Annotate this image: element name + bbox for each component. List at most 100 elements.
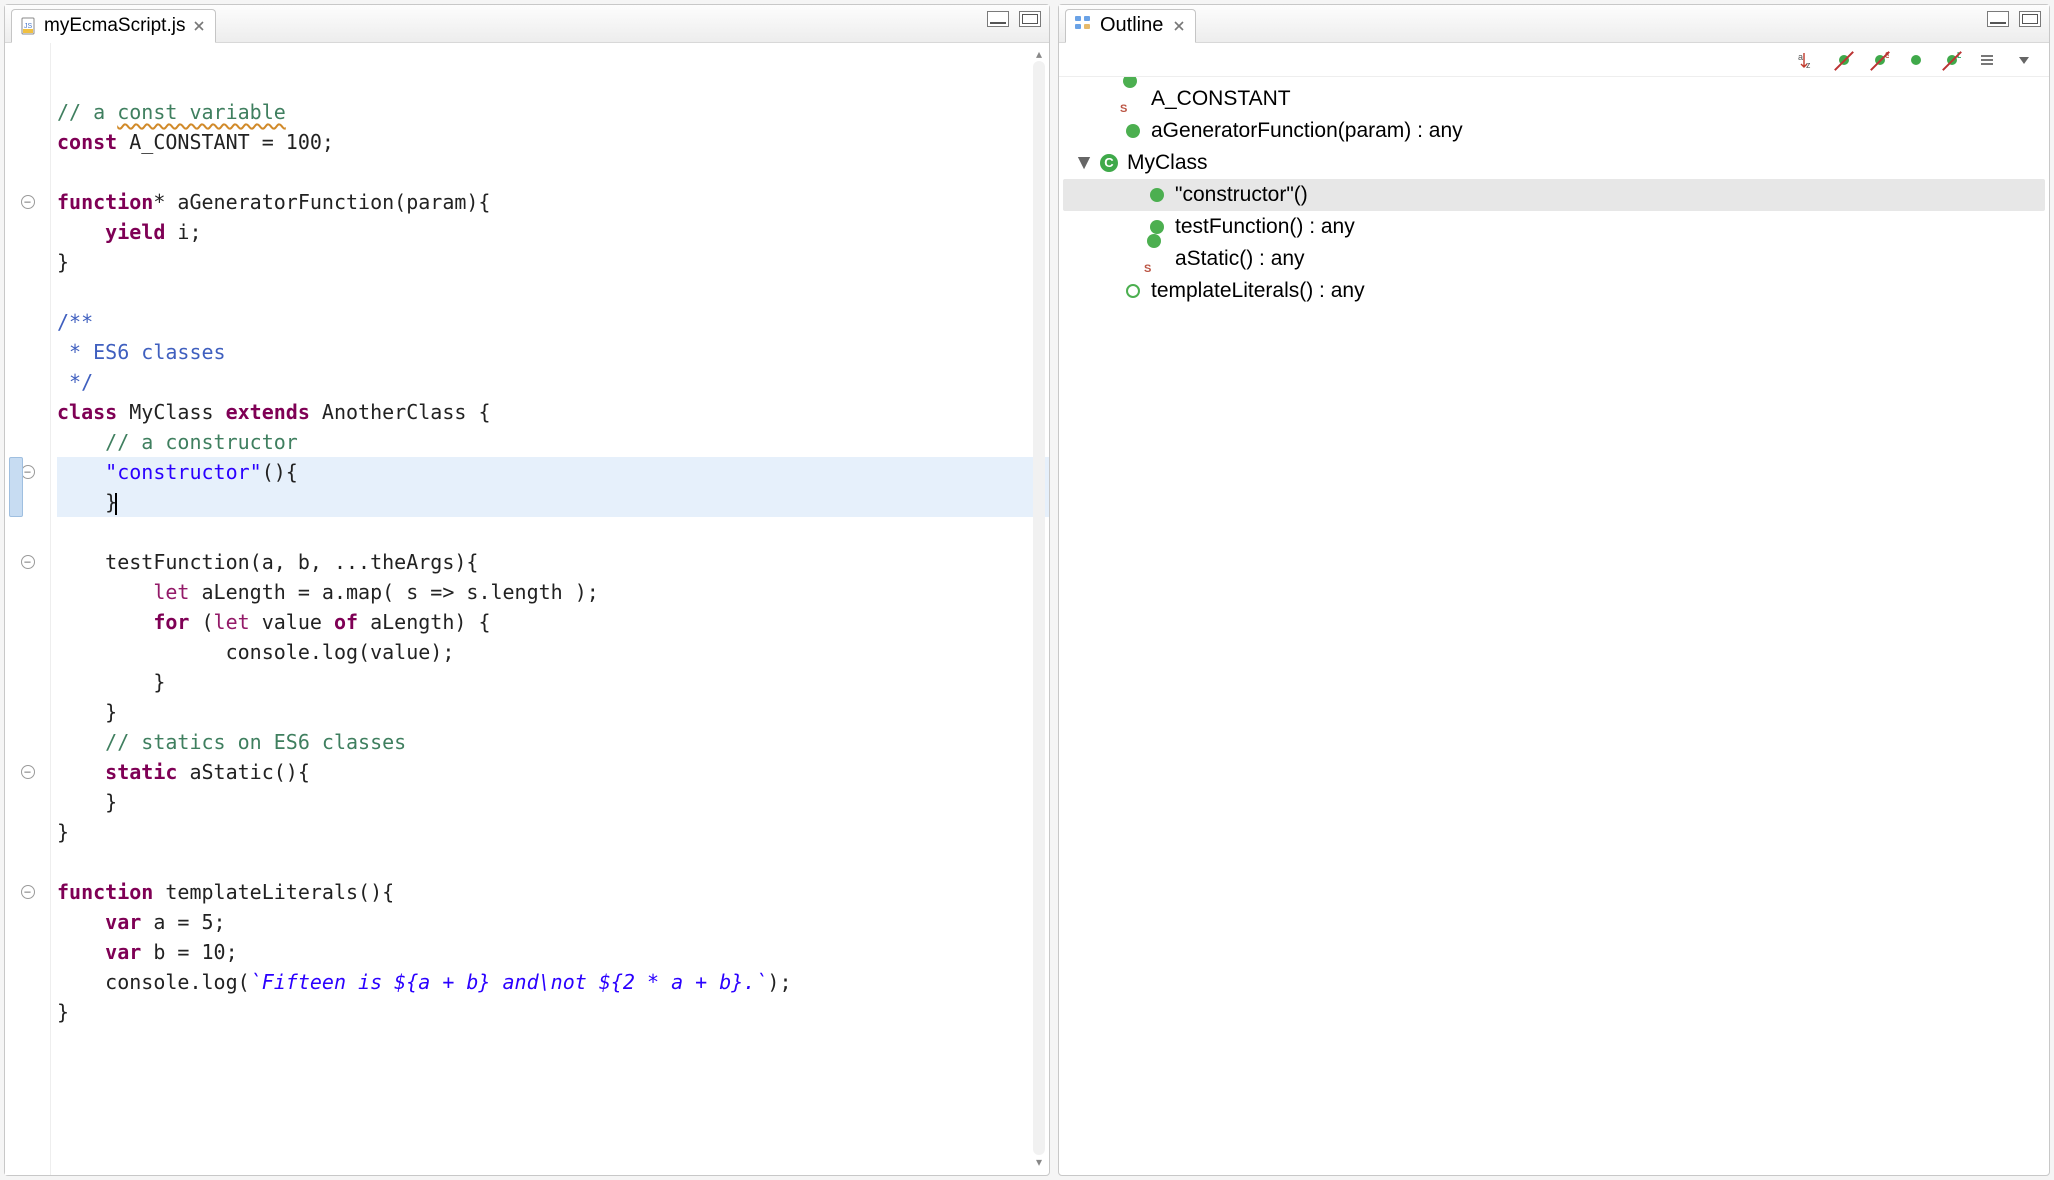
gutter-cell[interactable] (5, 427, 50, 457)
code-line[interactable]: } (57, 697, 1049, 727)
gutter-cell[interactable] (5, 157, 50, 187)
outline-node[interactable]: testFunction() : any (1063, 211, 2045, 243)
gutter-cell[interactable] (5, 667, 50, 697)
outline-minimize-button[interactable] (1987, 11, 2009, 27)
code-token: aLength = a.map( s => s.length ); (189, 580, 598, 604)
code-token: extends (226, 400, 310, 424)
code-line[interactable]: "constructor"(){ (57, 457, 1049, 487)
gutter-cell[interactable] (5, 517, 50, 547)
scroll-up-icon[interactable]: ▴ (1032, 47, 1046, 61)
editor-tab[interactable]: JS myEcmaScript.js (11, 9, 216, 43)
code-line[interactable]: const A_CONSTANT = 100; (57, 127, 1049, 157)
code-line[interactable] (57, 847, 1049, 877)
editor-gutter[interactable]: −−−−− (5, 43, 51, 1175)
outline-node[interactable]: SA_CONSTANT (1063, 83, 2045, 115)
gutter-cell[interactable] (5, 907, 50, 937)
code-line[interactable]: /** (57, 307, 1049, 337)
gutter-cell[interactable] (5, 847, 50, 877)
code-line[interactable]: for (let value of aLength) { (57, 607, 1049, 637)
gutter-cell[interactable] (5, 697, 50, 727)
scroll-down-icon[interactable]: ▾ (1032, 1155, 1046, 1169)
gutter-cell[interactable] (5, 727, 50, 757)
code-area[interactable]: // a const variableconst A_CONSTANT = 10… (51, 43, 1049, 1175)
minimize-button[interactable] (987, 11, 1009, 27)
sort-button[interactable]: az (1797, 49, 1819, 71)
svg-text:a: a (1798, 52, 1803, 62)
gutter-cell[interactable] (5, 607, 50, 637)
gutter-cell[interactable] (5, 217, 50, 247)
gutter-cell[interactable] (5, 277, 50, 307)
fold-icon[interactable]: − (21, 555, 35, 569)
fold-icon[interactable]: − (21, 195, 35, 209)
view-menu-button[interactable] (2013, 49, 2035, 71)
code-line[interactable]: testFunction(a, b, ...theArgs){ (57, 547, 1049, 577)
hide-static-button[interactable]: S (1869, 49, 1891, 71)
code-line[interactable]: // a constructor (57, 427, 1049, 457)
outline-tab[interactable]: Outline (1065, 9, 1196, 43)
gutter-cell[interactable] (5, 577, 50, 607)
outline-node[interactable]: aGeneratorFunction(param) : any (1063, 115, 2045, 147)
gutter-cell[interactable] (5, 997, 50, 1027)
code-line[interactable] (57, 277, 1049, 307)
editor-vertical-scrollbar[interactable]: ▴ ▾ (1031, 47, 1047, 1169)
code-line[interactable] (57, 157, 1049, 187)
outline-node[interactable]: ▼CMyClass (1063, 147, 2045, 179)
filter-public-button[interactable] (1905, 49, 1927, 71)
code-line[interactable]: console.log(value); (57, 637, 1049, 667)
outline-node[interactable]: SaStatic() : any (1063, 243, 2045, 275)
gutter-cell[interactable] (5, 247, 50, 277)
outline-node[interactable]: "constructor"() (1063, 179, 2045, 211)
code-line[interactable]: function templateLiterals(){ (57, 877, 1049, 907)
code-line[interactable]: } (57, 997, 1049, 1027)
outline-maximize-button[interactable] (2019, 11, 2041, 27)
hide-local-button[interactable]: L (1941, 49, 1963, 71)
hide-fields-button[interactable] (1833, 49, 1855, 71)
gutter-cell[interactable] (5, 787, 50, 817)
fold-icon[interactable]: − (21, 765, 35, 779)
maximize-button[interactable] (1019, 11, 1041, 27)
code-line[interactable]: console.log(`Fifteen is ${a + b} and\not… (57, 967, 1049, 997)
code-line[interactable]: * ES6 classes (57, 337, 1049, 367)
fold-icon[interactable]: − (21, 885, 35, 899)
code-line[interactable]: static aStatic(){ (57, 757, 1049, 787)
close-tab-icon[interactable] (191, 18, 207, 34)
twisty-icon[interactable]: ▼ (1077, 147, 1091, 179)
gutter-cell[interactable] (5, 97, 50, 127)
code-token: console.log(value); (57, 640, 454, 664)
gutter-cell[interactable] (5, 967, 50, 997)
outline-tabbar-controls (1987, 11, 2041, 27)
code-line[interactable]: yield i; (57, 217, 1049, 247)
gutter-cell[interactable] (5, 367, 50, 397)
gutter-cell[interactable] (5, 637, 50, 667)
code-line[interactable]: } (57, 817, 1049, 847)
code-line[interactable]: function* aGeneratorFunction(param){ (57, 187, 1049, 217)
code-line[interactable]: */ (57, 367, 1049, 397)
gutter-cell[interactable] (5, 337, 50, 367)
outline-node[interactable]: templateLiterals() : any (1063, 275, 2045, 307)
code-line[interactable]: } (57, 247, 1049, 277)
gutter-cell[interactable]: − (5, 877, 50, 907)
close-outline-icon[interactable] (1171, 18, 1187, 34)
collapse-all-button[interactable] (1977, 49, 1999, 71)
gutter-cell[interactable] (5, 127, 50, 157)
code-line[interactable]: var b = 10; (57, 937, 1049, 967)
code-line[interactable]: var a = 5; (57, 907, 1049, 937)
code-line[interactable]: // statics on ES6 classes (57, 727, 1049, 757)
code-line[interactable]: let aLength = a.map( s => s.length ); (57, 577, 1049, 607)
gutter-cell[interactable] (5, 937, 50, 967)
gutter-cell[interactable] (5, 397, 50, 427)
gutter-cell[interactable]: − (5, 757, 50, 787)
gutter-cell[interactable]: − (5, 547, 50, 577)
code-line[interactable]: } (57, 787, 1049, 817)
gutter-cell[interactable] (5, 817, 50, 847)
gutter-cell[interactable] (5, 307, 50, 337)
gutter-cell[interactable]: − (5, 187, 50, 217)
outline-tree[interactable]: SA_CONSTANTaGeneratorFunction(param) : a… (1059, 77, 2049, 1175)
code-line[interactable] (57, 517, 1049, 547)
code-line[interactable]: } (57, 667, 1049, 697)
code-line[interactable]: } (57, 487, 1049, 517)
code-line[interactable]: // a const variable (57, 97, 1049, 127)
scrollbar-track[interactable] (1033, 61, 1045, 1155)
code-line[interactable]: class MyClass extends AnotherClass { (57, 397, 1049, 427)
code-token: function (57, 190, 153, 214)
